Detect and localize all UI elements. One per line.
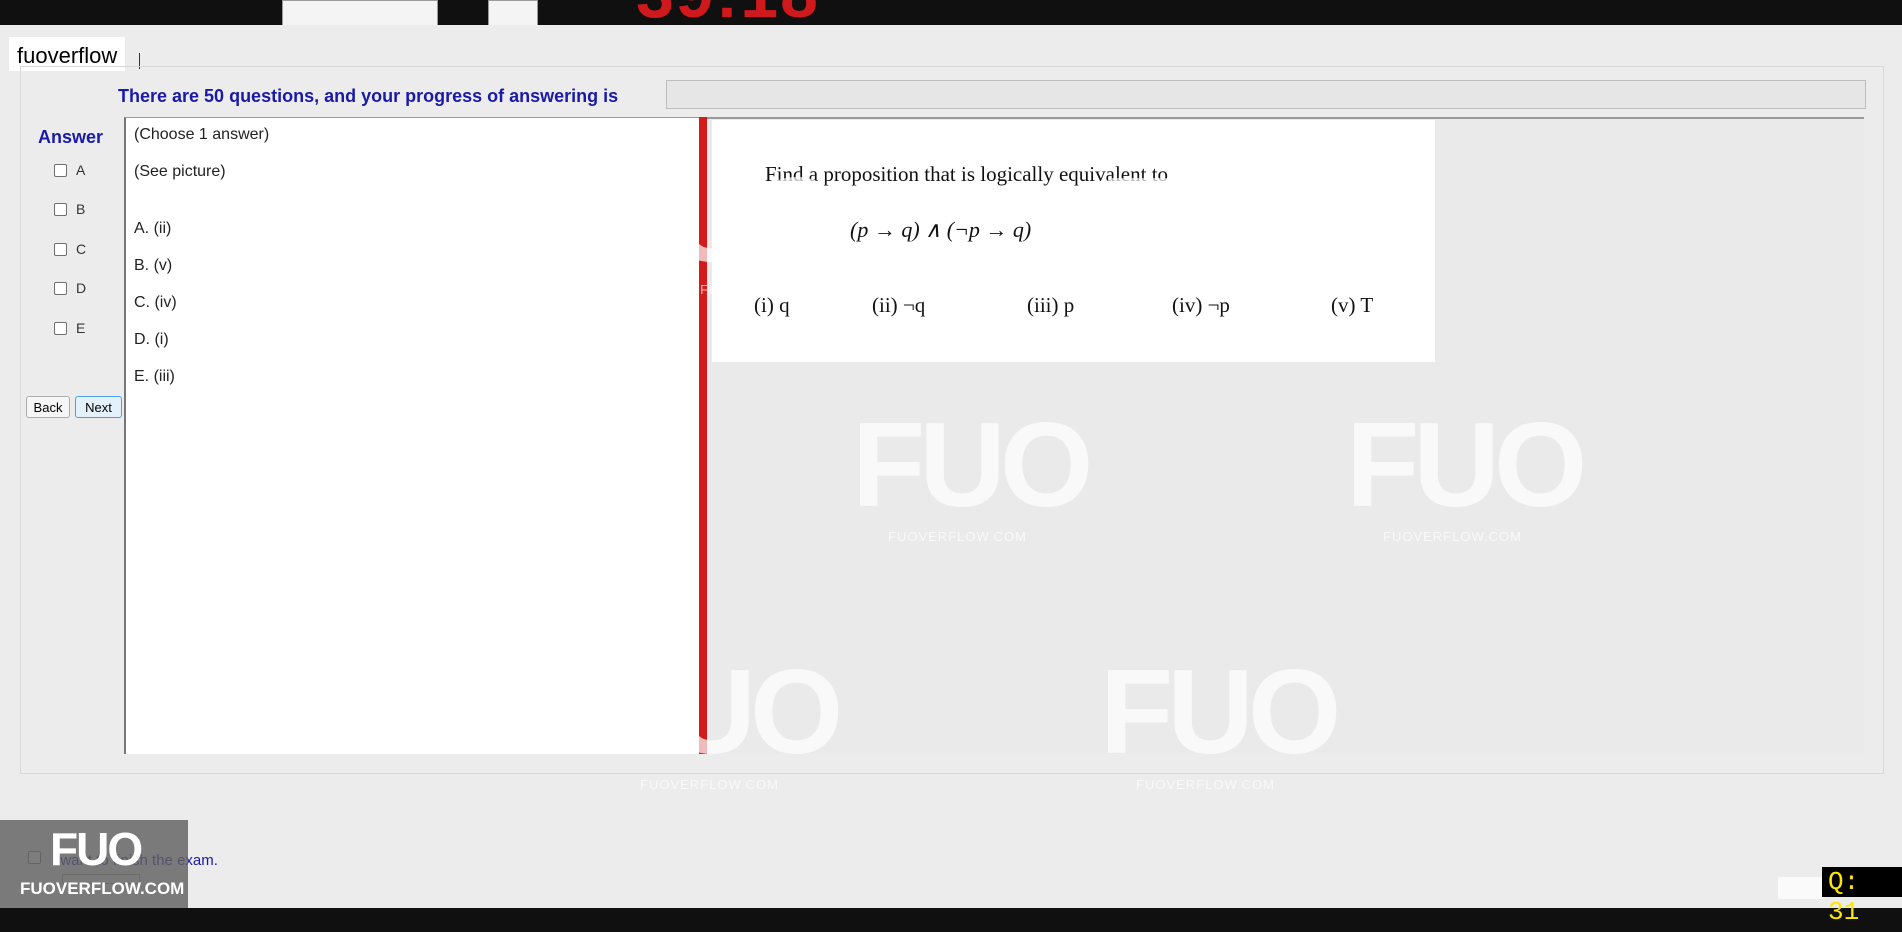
watermark-logo: FUO bbox=[1346, 398, 1587, 532]
watermark-logo: FUO bbox=[355, 398, 596, 532]
question-option-iii: (iii) p bbox=[1027, 293, 1075, 317]
watermark-logo: FUO bbox=[602, 153, 843, 287]
top-dropdown[interactable] bbox=[282, 0, 438, 25]
watermark-url: FUOVERFLOW.COM bbox=[640, 282, 779, 297]
answer-option-label: D bbox=[76, 280, 87, 296]
countdown-timer: 39:18 bbox=[636, 0, 820, 28]
watermark-url: FUOVERFLOW.COM bbox=[888, 529, 1027, 544]
question-option-v: (v) T bbox=[1331, 293, 1374, 317]
top-small-control[interactable] bbox=[488, 0, 538, 25]
question-note: (See picture) bbox=[134, 163, 226, 180]
choice-a: A. (ii) bbox=[134, 220, 172, 237]
answer-option-label: E bbox=[76, 320, 86, 336]
question-counter: Q: 31 bbox=[1822, 867, 1902, 927]
top-bar bbox=[0, 0, 1902, 25]
question-formula: (p → q) ∧ (¬p → q) bbox=[850, 217, 1032, 242]
bottom-bar bbox=[0, 908, 1902, 932]
watermark-url: FUOVERFLOW.COM bbox=[1136, 777, 1275, 792]
choice-c: C. (iv) bbox=[134, 294, 177, 311]
answer-checkbox-d[interactable] bbox=[54, 281, 67, 295]
counter-background bbox=[1778, 877, 1824, 899]
watermark-logo: FUO bbox=[852, 398, 1093, 532]
answer-checkbox-b[interactable] bbox=[54, 202, 67, 216]
watermark-logo: FUO bbox=[602, 645, 843, 779]
answer-option-c[interactable]: C bbox=[54, 241, 86, 257]
question-instruction: (Choose 1 answer) bbox=[134, 126, 270, 143]
answer-checkbox-c[interactable] bbox=[54, 242, 67, 256]
answer-checkbox-e[interactable] bbox=[54, 321, 67, 335]
answer-option-b[interactable]: B bbox=[54, 201, 85, 217]
answer-option-label: B bbox=[76, 201, 86, 217]
watermark-url: FUOVERFLOW.COM bbox=[1136, 282, 1275, 297]
watermark-url: FUOVERFLOW.COM bbox=[392, 529, 531, 544]
fuoverflow-logo-url: FUOVERFLOW.COM bbox=[20, 879, 185, 898]
answer-option-a[interactable]: A bbox=[54, 162, 85, 178]
answer-checkbox-a[interactable] bbox=[54, 163, 67, 177]
answer-option-e[interactable]: E bbox=[54, 320, 85, 336]
question-option-ii: (ii) ¬q bbox=[872, 293, 926, 317]
answer-option-label: C bbox=[76, 241, 87, 257]
back-button[interactable]: Back bbox=[26, 396, 70, 418]
answer-option-d[interactable]: D bbox=[54, 280, 86, 296]
progress-label: There are 50 questions, and your progres… bbox=[118, 86, 619, 106]
answer-option-label: A bbox=[76, 162, 86, 178]
watermark-logo: FUO bbox=[1100, 153, 1341, 287]
fuoverflow-logo: FUO bbox=[50, 823, 143, 875]
watermark-url: FUOVERFLOW.COM bbox=[1383, 529, 1522, 544]
next-button[interactable]: Next bbox=[75, 396, 122, 418]
watermark-url: FUOVERFLOW.COM bbox=[640, 777, 779, 792]
choice-e: E. (iii) bbox=[134, 368, 175, 385]
watermark-logo: FUO bbox=[1100, 645, 1341, 779]
choice-b: B. (v) bbox=[134, 257, 173, 274]
answer-heading: Answer bbox=[38, 127, 104, 147]
progress-bar bbox=[666, 80, 1866, 109]
choice-d: D. (i) bbox=[134, 331, 169, 348]
